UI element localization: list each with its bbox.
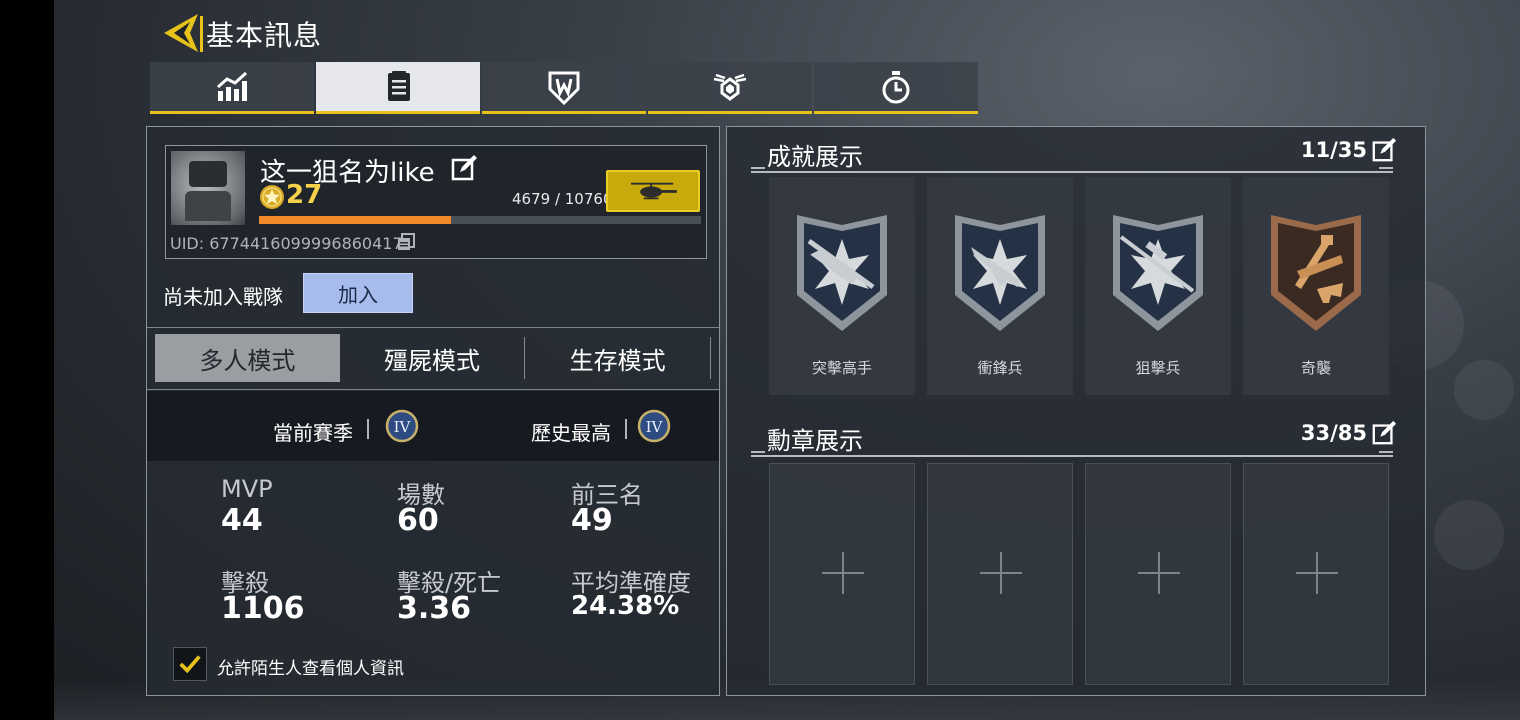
wings-rank-icon bbox=[713, 73, 747, 101]
stat-value: 60 bbox=[397, 503, 439, 538]
current-season-label: 當前賽季 bbox=[273, 421, 353, 445]
rank-badge-icon: IV bbox=[385, 409, 419, 443]
achievement-label: 突擊高手 bbox=[811, 359, 872, 377]
stat-value: 1106 bbox=[221, 591, 305, 626]
plus-icon bbox=[1138, 552, 1180, 594]
stat-value: 24.38% bbox=[571, 591, 680, 621]
title-accent-bar bbox=[200, 16, 203, 52]
avatar[interactable] bbox=[171, 151, 245, 225]
plus-icon bbox=[980, 552, 1022, 594]
back-arrow-icon[interactable] bbox=[160, 12, 200, 54]
copy-icon[interactable] bbox=[396, 232, 416, 252]
page-title: 基本訊息 bbox=[206, 19, 323, 52]
tab-shield[interactable] bbox=[482, 62, 646, 114]
level-star-icon bbox=[260, 185, 284, 209]
edit-icon[interactable] bbox=[1371, 420, 1397, 446]
achievement-card[interactable]: 狙擊兵 bbox=[1085, 177, 1231, 395]
svg-text:IV: IV bbox=[646, 418, 664, 436]
clan-status: 尚未加入戰隊 bbox=[163, 285, 283, 309]
divider bbox=[625, 419, 627, 439]
stopwatch-icon bbox=[882, 70, 910, 103]
divider bbox=[147, 327, 719, 328]
achievements-count: 11/35 bbox=[1300, 138, 1367, 162]
privacy-label: 允許陌生人查看個人資訊 bbox=[217, 659, 404, 679]
tab-survival[interactable]: 生存模式 bbox=[525, 334, 710, 382]
stat-value: 3.36 bbox=[397, 591, 472, 626]
achievement-label: 奇襲 bbox=[1300, 359, 1331, 377]
player-level: 27 bbox=[286, 180, 323, 210]
plus-icon bbox=[822, 552, 864, 594]
stat-value: 49 bbox=[571, 503, 613, 538]
medal-slot[interactable] bbox=[1085, 463, 1231, 685]
achievement-label: 衝鋒兵 bbox=[977, 359, 1023, 377]
showcase-panel: 成就展示 11/35 突擊高手 衝鋒兵 狙擊兵 奇襲 勳章展示 33/85 bbox=[726, 126, 1426, 696]
medals-title: 勳章展示 bbox=[767, 427, 863, 455]
document-icon bbox=[388, 70, 410, 101]
divider bbox=[147, 389, 719, 390]
bokeh-light bbox=[1434, 500, 1504, 570]
medals-count: 33/85 bbox=[1300, 421, 1367, 445]
join-clan-button[interactable]: 加入 bbox=[303, 273, 413, 313]
achievement-card[interactable]: 突擊高手 bbox=[769, 177, 915, 395]
section-divider bbox=[751, 451, 1393, 457]
sniper-badge-icon bbox=[1113, 215, 1203, 331]
achievement-label: 狙擊兵 bbox=[1135, 359, 1181, 377]
player-info-panel: 这一狙名为like 27 4679 / 10760 UID: 677441609… bbox=[146, 126, 720, 696]
rank-badge-icon: IV bbox=[637, 409, 671, 443]
divider bbox=[367, 419, 369, 439]
medal-slot[interactable] bbox=[927, 463, 1073, 685]
assault-rifle-badge-icon bbox=[797, 215, 887, 331]
medal-slot[interactable] bbox=[769, 463, 915, 685]
edit-icon[interactable] bbox=[1371, 137, 1397, 163]
tab-multiplayer[interactable]: 多人模式 bbox=[155, 334, 340, 382]
shield-badge-icon bbox=[548, 71, 580, 105]
tab-basic-info[interactable] bbox=[316, 62, 480, 114]
season-rank-bar: 當前賽季 IV 歷史最高 IV bbox=[147, 391, 719, 461]
ambush-bronze-badge-icon bbox=[1271, 215, 1361, 331]
checkmark-icon bbox=[179, 655, 201, 674]
tab-zombies[interactable]: 殭屍模式 bbox=[340, 334, 525, 382]
best-season-label: 歷史最高 bbox=[531, 421, 611, 445]
stat-value: 44 bbox=[221, 503, 263, 538]
xp-text: 4679 / 10760 bbox=[512, 190, 613, 208]
section-divider bbox=[751, 167, 1393, 173]
plus-icon bbox=[1296, 552, 1338, 594]
xp-progress-fill bbox=[259, 216, 452, 224]
tab-timer[interactable] bbox=[814, 62, 978, 114]
stats-chart-icon bbox=[217, 71, 248, 101]
achievement-card[interactable]: 衝鋒兵 bbox=[927, 177, 1073, 395]
profile-card: 这一狙名为like 27 4679 / 10760 UID: 677441609… bbox=[165, 145, 707, 259]
xp-progress-bar bbox=[259, 216, 701, 224]
achievement-card[interactable]: 奇襲 bbox=[1243, 177, 1389, 395]
edit-icon[interactable] bbox=[450, 154, 478, 182]
privacy-checkbox[interactable] bbox=[173, 647, 207, 681]
stat-label: MVP bbox=[221, 475, 273, 503]
uid-text: UID: 6774416099996860417 bbox=[170, 234, 403, 253]
divider bbox=[710, 337, 712, 379]
tab-rank[interactable] bbox=[648, 62, 812, 114]
achievements-title: 成就展示 bbox=[767, 143, 863, 171]
bokeh-light bbox=[1454, 360, 1514, 420]
helicopter-icon bbox=[631, 182, 677, 200]
svg-text:IV: IV bbox=[394, 418, 412, 436]
medal-slot[interactable] bbox=[1243, 463, 1389, 685]
profile-tabs bbox=[150, 62, 980, 114]
smg-badge-icon bbox=[955, 215, 1045, 331]
tab-stats[interactable] bbox=[150, 62, 314, 114]
vehicle-button[interactable] bbox=[606, 170, 700, 212]
mode-tabs: 多人模式 殭屍模式 生存模式 bbox=[155, 334, 712, 382]
